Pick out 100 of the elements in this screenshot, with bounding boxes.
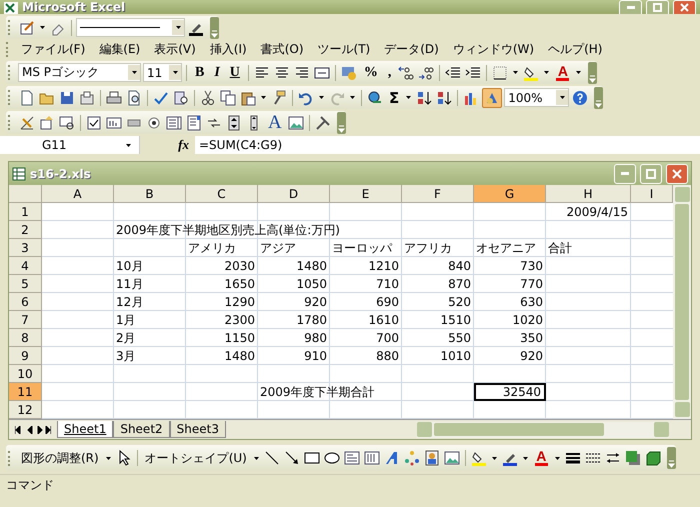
caret-icon[interactable] bbox=[560, 96, 565, 99]
caret-icon[interactable] bbox=[132, 71, 136, 74]
overflow-icon[interactable] bbox=[588, 62, 598, 84]
vertical-text-box-icon[interactable] bbox=[362, 449, 381, 467]
caret-icon[interactable] bbox=[492, 456, 497, 460]
increase-decimal-icon[interactable] bbox=[397, 64, 416, 82]
help-icon[interactable] bbox=[571, 88, 590, 106]
column-header[interactable]: E bbox=[330, 185, 402, 203]
row-header[interactable]: 8 bbox=[9, 329, 42, 347]
comma-button[interactable]: , bbox=[384, 64, 396, 80]
row-header[interactable]: 7 bbox=[9, 311, 42, 329]
percent-button[interactable]: % bbox=[360, 64, 382, 80]
font-dropdown[interactable]: MS Pゴシック bbox=[18, 63, 141, 82]
menu-item[interactable]: ウィンドウ(W) bbox=[446, 38, 542, 60]
font-color-button[interactable]: A bbox=[553, 64, 572, 80]
sheet-tab[interactable]: Sheet1 bbox=[57, 421, 114, 438]
row-header[interactable]: 9 bbox=[9, 347, 42, 365]
design-mode-icon[interactable] bbox=[18, 114, 36, 132]
print-icon[interactable] bbox=[105, 88, 123, 106]
menu-item[interactable]: ファイル(F) bbox=[14, 38, 92, 60]
column-header[interactable]: C bbox=[186, 185, 258, 203]
clip-art-icon[interactable] bbox=[422, 449, 441, 467]
line-icon[interactable] bbox=[262, 449, 281, 467]
overflow-icon[interactable] bbox=[594, 86, 604, 108]
text-box-icon[interactable] bbox=[342, 449, 361, 467]
bold-button[interactable]: B bbox=[191, 64, 208, 80]
caret-icon[interactable] bbox=[106, 456, 111, 460]
combo-box-control-icon[interactable] bbox=[185, 114, 203, 132]
row-header[interactable]: 2 bbox=[9, 221, 42, 239]
research-icon[interactable] bbox=[172, 88, 190, 106]
row-header[interactable]: 6 bbox=[9, 293, 42, 311]
menu-item[interactable]: 挿入(I) bbox=[202, 38, 254, 60]
column-header[interactable]: F bbox=[402, 185, 474, 203]
overflow-icon[interactable] bbox=[336, 112, 346, 134]
shadow-icon[interactable] bbox=[624, 449, 642, 467]
column-header[interactable]: H bbox=[546, 185, 631, 203]
line-style-dropdown[interactable] bbox=[76, 18, 185, 37]
caret-icon[interactable] bbox=[544, 71, 550, 74]
menu-item[interactable]: ツール(T) bbox=[310, 38, 378, 60]
autosum-button[interactable]: Σ bbox=[386, 88, 402, 106]
row-header[interactable]: 11 bbox=[9, 383, 42, 401]
insert-function-button[interactable]: fx bbox=[178, 137, 189, 153]
caret-icon[interactable] bbox=[126, 144, 131, 146]
caret-icon[interactable] bbox=[554, 456, 560, 460]
caret-icon[interactable] bbox=[406, 96, 412, 99]
caret-icon[interactable] bbox=[522, 456, 528, 460]
sheet-tab[interactable]: Sheet2 bbox=[113, 421, 170, 438]
menu-item[interactable]: 表示(V) bbox=[147, 38, 203, 60]
caret-icon[interactable] bbox=[254, 456, 259, 460]
properties-icon[interactable] bbox=[38, 114, 56, 132]
dropdown-button[interactable] bbox=[172, 20, 184, 35]
overflow-icon[interactable] bbox=[666, 447, 676, 469]
list-box-control-icon[interactable] bbox=[165, 114, 183, 132]
label-control-button[interactable]: A bbox=[265, 114, 285, 132]
menu-item[interactable]: ヘルプ(H) bbox=[541, 38, 610, 60]
caret-icon[interactable] bbox=[176, 26, 180, 29]
column-header[interactable]: D bbox=[258, 185, 330, 203]
cut-icon[interactable] bbox=[199, 88, 217, 106]
borders-icon[interactable] bbox=[491, 64, 510, 82]
column-header[interactable]: G bbox=[474, 185, 546, 203]
checkbox-control-icon[interactable] bbox=[85, 114, 103, 132]
caret-icon[interactable] bbox=[350, 96, 355, 99]
menu-item[interactable]: 書式(O) bbox=[254, 38, 311, 60]
column-header[interactable]: I bbox=[631, 185, 673, 203]
row-header[interactable]: 4 bbox=[9, 257, 42, 275]
caret-icon[interactable] bbox=[513, 71, 518, 74]
dropdown-button[interactable] bbox=[128, 65, 140, 80]
view-code-icon[interactable] bbox=[58, 114, 76, 132]
image-control-icon[interactable] bbox=[286, 114, 305, 132]
sheet-tab[interactable]: Sheet3 bbox=[170, 421, 226, 438]
menu-item[interactable]: 編集(E) bbox=[92, 38, 148, 60]
column-header[interactable]: B bbox=[114, 185, 186, 203]
active-cell[interactable]: 32540 bbox=[474, 383, 546, 401]
close-button[interactable] bbox=[666, 164, 688, 184]
3d-style-icon[interactable] bbox=[644, 449, 662, 467]
caret-icon[interactable] bbox=[172, 71, 178, 74]
autoshapes-menu[interactable]: オートシェイプ(U) bbox=[142, 450, 250, 466]
caret-icon[interactable] bbox=[319, 96, 324, 99]
row-header[interactable]: 10 bbox=[9, 365, 42, 383]
italic-button[interactable]: I bbox=[210, 64, 224, 80]
formula-field[interactable]: =SUM(C4:G9) bbox=[195, 136, 700, 154]
dropdown-button[interactable] bbox=[169, 65, 181, 80]
scroll-thumb[interactable] bbox=[434, 423, 604, 436]
pencil-grid-icon[interactable] bbox=[18, 18, 36, 36]
scroll-thumb[interactable] bbox=[675, 204, 689, 400]
name-box[interactable]: G11 bbox=[0, 136, 140, 154]
row-header[interactable]: 1 bbox=[9, 203, 42, 221]
close-button[interactable] bbox=[673, 0, 696, 14]
zoom-dropdown[interactable]: 100% bbox=[504, 88, 570, 107]
font-color-button[interactable]: A bbox=[532, 450, 551, 466]
row-header[interactable]: 3 bbox=[9, 239, 42, 257]
underline-button[interactable]: U bbox=[226, 64, 244, 80]
dropdown-button[interactable] bbox=[556, 90, 568, 105]
arrow-icon[interactable] bbox=[282, 449, 301, 467]
caret-icon[interactable] bbox=[261, 96, 266, 99]
more-controls-icon[interactable] bbox=[314, 114, 332, 132]
menu-item[interactable]: データ(D) bbox=[377, 38, 446, 60]
caret-icon[interactable] bbox=[576, 71, 582, 74]
overflow-icon[interactable] bbox=[210, 16, 219, 38]
row-header[interactable]: 12 bbox=[9, 401, 42, 419]
